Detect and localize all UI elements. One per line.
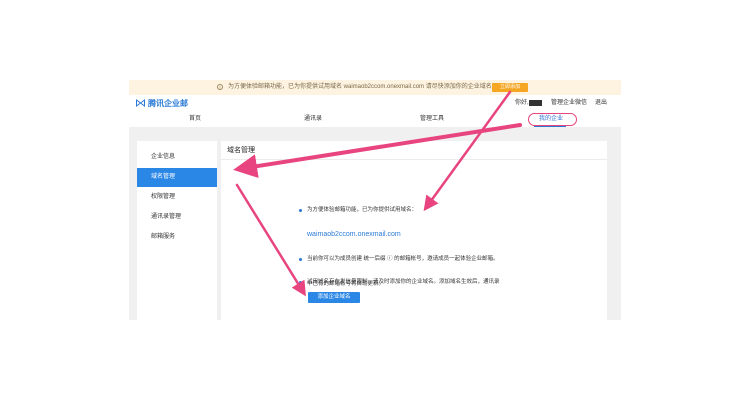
sidebar-item-company-info[interactable]: 企业信息 (137, 148, 217, 167)
logo-text: 腾讯企业邮 (148, 99, 188, 108)
main-panel: 域名管理 为方便体验邮箱功能，已为你提供试用域名： waimaob2ccom.o… (221, 141, 607, 320)
sidebar-item-label: 邮箱服务 (151, 234, 176, 240)
sidebar: 企业信息 域名管理 权限管理 通讯录管理 邮箱服务 (137, 141, 217, 320)
highlight-circle (528, 113, 577, 126)
divider (221, 159, 607, 160)
page-title: 域名管理 (227, 147, 255, 154)
notice-text: 为方便体验邮箱功能，已为你提供试用域名 waimaob2ccom.onexmai… (228, 84, 498, 90)
content-area: 企业信息 域名管理 权限管理 通讯录管理 邮箱服务 域名管理 为方便体验邮箱功能… (129, 127, 621, 320)
sidebar-item-contacts[interactable]: 通讯录管理 (137, 208, 217, 227)
nav-home[interactable]: 首页 (189, 114, 201, 124)
bullet-icon (299, 209, 302, 212)
limit-tip-line2: 中已有的邮箱帐号将自动更新。 (307, 281, 385, 287)
sidebar-item-label: 域名管理 (151, 174, 176, 180)
nav-tools[interactable]: 管理工具 (420, 114, 444, 124)
bullet-icon (299, 281, 302, 284)
greeting: 你好, (515, 100, 529, 106)
sidebar-item-domain[interactable]: 域名管理 (137, 168, 217, 187)
suffix-tip: 当前你可以为成员创建 统一后缀 ⓘ 的邮箱帐号，邀请成员一起体验企业邮箱。 (307, 256, 499, 262)
info-icon: i (217, 84, 223, 91)
sidebar-item-label: 权限管理 (151, 194, 176, 200)
sidebar-item-permissions[interactable]: 权限管理 (137, 188, 217, 207)
add-now-button[interactable]: 立即添加 (492, 83, 528, 92)
notice-bar: i 为方便体验邮箱功能，已为你提供试用域名 waimaob2ccom.onexm… (129, 80, 621, 95)
user-name-redacted (529, 100, 542, 106)
logo-icon (136, 99, 145, 107)
sidebar-item-label: 通讯录管理 (151, 214, 182, 220)
sidebar-item-mail-service[interactable]: 邮箱服务 (137, 228, 217, 247)
add-company-domain-button[interactable]: 添加企业域名 (308, 292, 360, 303)
nav-contacts[interactable]: 通讯录 (304, 114, 322, 124)
logout-link[interactable]: 退出 (595, 99, 607, 108)
bullet-icon (299, 258, 302, 261)
manage-wecom-link[interactable]: 管理企业微信 (551, 99, 587, 108)
trial-domain-tip: 为方便体验邮箱功能，已为你提供试用域名： (307, 207, 418, 213)
top-bar: 腾讯企业邮 你好, 管理企业微信 退出 (129, 95, 621, 112)
main-nav: 首页 通讯录 管理工具 我的企业 (129, 112, 621, 128)
sidebar-item-label: 企业信息 (151, 154, 176, 160)
trial-domain: waimaob2ccom.onexmail.com (307, 231, 401, 238)
